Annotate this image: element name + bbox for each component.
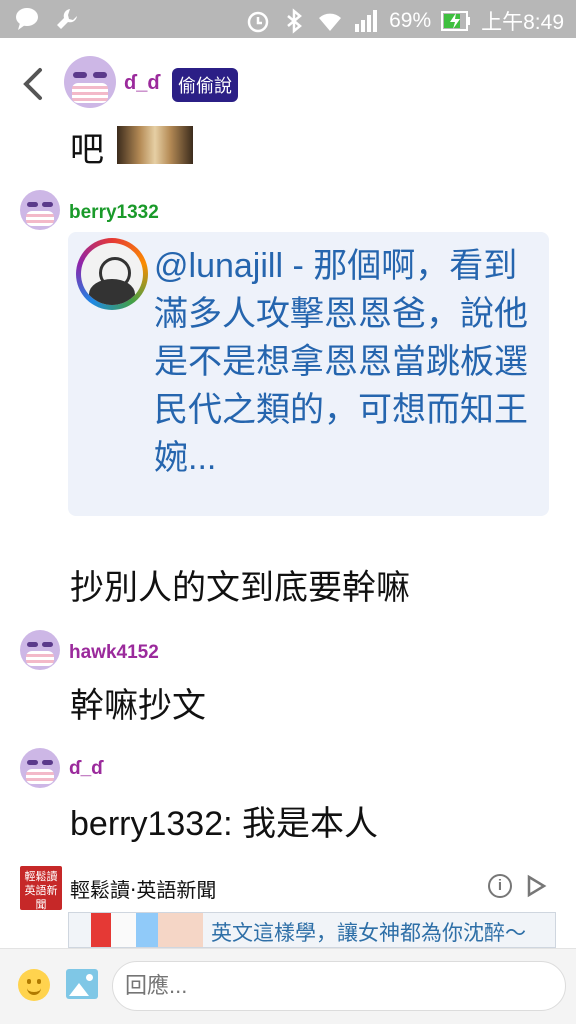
ad-banner[interactable]: 英文這樣學，讓女神都為你沈醉～ [68,912,556,948]
message-text: 吧 [70,131,104,169]
message-username[interactable]: hawk4152 [69,642,159,664]
message-username[interactable]: ɗ_ɗ [69,758,103,780]
chat-header: ɗ_ɗ 偷偷說 [0,38,576,130]
battery-charging-icon [441,11,471,31]
ad-banner-text: 英文這樣學，讓女神都為你沈醉～ [211,922,526,945]
reply-composer [0,948,576,1024]
signal-icon [355,10,378,32]
advertiser-logo: 輕鬆讀 英語新聞 [20,866,62,911]
ad-title[interactable]: 輕鬆讀‧英語新聞 [70,874,216,903]
sticker-image [117,126,193,164]
quoted-message[interactable]: @lunajill - 那個啊，看到滿多人攻擊恩恩爸，說他是不是想拿恩恩當跳板選… [68,232,549,516]
header-username[interactable]: ɗ_ɗ [124,72,160,95]
quoted-user-avatar [76,238,148,310]
battery-percent: 69% [389,9,432,32]
message-text: 抄別人的文到底要幹嘛 [70,569,410,607]
avatar[interactable] [64,56,116,108]
info-icon[interactable]: i [488,874,512,898]
wrench-icon [57,9,77,29]
image-icon[interactable] [66,969,98,999]
emoji-icon[interactable] [18,969,50,1001]
avatar[interactable] [20,630,60,670]
back-arrow-icon[interactable] [18,64,48,104]
avatar[interactable] [20,748,60,788]
anonymous-badge: 偷偷說 [172,68,238,102]
avatar[interactable] [20,190,60,230]
adchoices-icon[interactable] [524,874,548,898]
wifi-icon [319,13,342,31]
status-bar: 69% 上午8:49 [0,0,576,38]
chat-icon [16,8,38,30]
message-text: berry1332: 我是本人 [70,805,378,843]
message-text: 幹嘛抄文 [70,687,206,725]
bluetooth-icon [287,8,303,34]
message-username[interactable]: berry1332 [69,202,159,224]
ad-thumbnail [91,913,203,947]
clock: 上午8:49 [481,11,564,34]
sponsored-ad[interactable]: 輕鬆讀 英語新聞 輕鬆讀‧英語新聞 i 英文這樣學，讓女神都為你沈醉～ [0,862,576,948]
quoted-text: @lunajill - 那個啊，看到滿多人攻擊恩恩爸，說他是不是想拿恩恩當跳板選… [154,247,528,477]
alarm-icon [247,11,269,33]
reply-input[interactable] [112,961,566,1011]
